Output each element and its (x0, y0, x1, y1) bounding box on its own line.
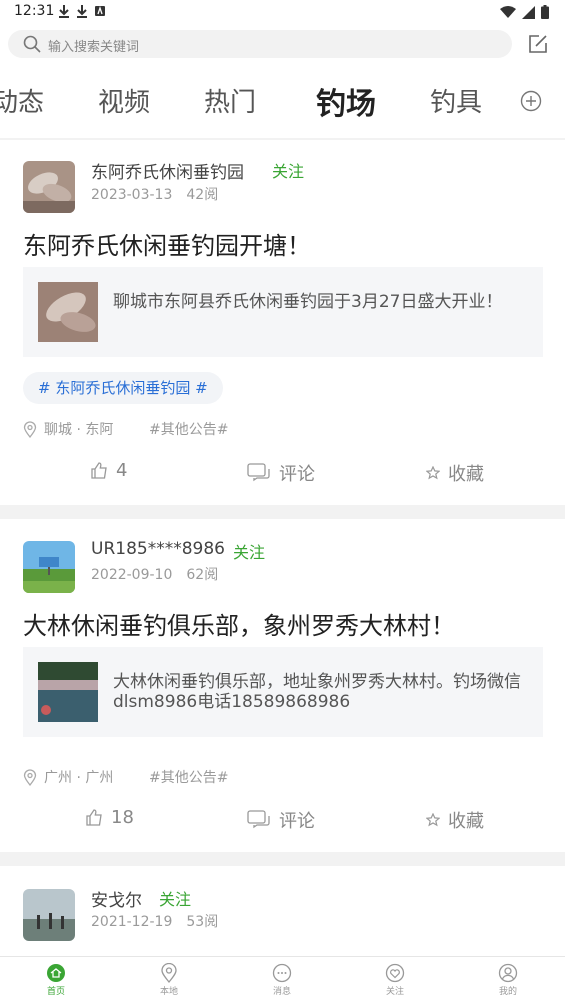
follow-button[interactable]: 关注 (233, 539, 265, 563)
tab-fishing-gear[interactable]: 钓具 (430, 82, 482, 119)
post-meta: 2021-12-19 53阅 (91, 911, 218, 931)
comment-icon (247, 463, 270, 482)
add-tab-icon[interactable] (520, 90, 542, 112)
tab-fishing-spot[interactable]: 钓场 (316, 79, 376, 123)
nav-label: 本地 (159, 987, 178, 997)
search-placeholder: 输入搜索关键词 (48, 40, 140, 55)
nav-home[interactable]: 首页 (26, 963, 86, 997)
post-meta: 2022-09-10 62阅 (91, 564, 218, 584)
status-time: 12:31 (14, 3, 55, 19)
post-username[interactable]: UR185****8986 (91, 539, 225, 559)
location-text: 广州 · 广州 (44, 770, 114, 786)
follow-icon (385, 963, 405, 983)
like-count: 4 (116, 460, 128, 481)
post-username[interactable]: 东阿乔氏休闲垂钓园 (91, 158, 244, 183)
app-notification-icon (95, 5, 105, 16)
nav-label: 消息 (272, 987, 291, 997)
post-card[interactable]: 安戈尔 关注 2021-12-19 53阅 (0, 866, 565, 958)
post-content-preview[interactable]: 聊城市东阿县乔氏休闲垂钓园于3月27日盛大开业！ (23, 267, 543, 357)
post-location: 广州 · 广州 (23, 767, 113, 787)
post-content-preview[interactable]: 大林休闲垂钓俱乐部，地址象州罗秀大林村。钓场微信dlsm8986电话185898… (23, 647, 543, 737)
post-content-text: 大林休闲垂钓俱乐部，地址象州罗秀大林村。钓场微信dlsm8986电话185898… (113, 672, 521, 712)
status-system-icons (500, 5, 549, 19)
category-tag[interactable]: #其他公告# (149, 419, 228, 439)
post-content-text: 聊城市东阿县乔氏休闲垂钓园于3月27日盛大开业！ (113, 292, 503, 312)
post-card[interactable]: UR185****8986 关注 2022-09-10 62阅 大林休闲垂钓俱乐部… (0, 519, 565, 852)
post-views: 53阅 (186, 914, 219, 930)
comment-label: 评论 (279, 811, 315, 832)
post-username[interactable]: 安戈尔 (91, 886, 142, 911)
star-icon (426, 813, 440, 827)
wifi-icon (500, 5, 516, 18)
like-button[interactable]: 18 (86, 807, 134, 828)
download-icon (77, 5, 87, 18)
collect-button[interactable]: 收藏 (426, 807, 484, 833)
post-thumbnail (38, 662, 98, 722)
battery-icon (541, 5, 549, 19)
search-icon (23, 35, 41, 53)
avatar[interactable] (23, 541, 75, 593)
location-text: 聊城 · 东阿 (44, 422, 114, 438)
nav-label: 首页 (46, 987, 65, 997)
location-pin-icon (23, 768, 37, 786)
collect-button[interactable]: 收藏 (426, 460, 484, 486)
post-location: 聊城 · 东阿 (23, 419, 113, 439)
tab-video[interactable]: 视频 (98, 82, 150, 119)
edit-post-icon[interactable] (527, 33, 549, 55)
post-date: 2022-09-10 (91, 567, 173, 583)
nav-profile[interactable]: 我的 (478, 963, 538, 997)
post-views: 42阅 (186, 187, 219, 203)
download-icon (59, 5, 69, 18)
tab-dongtai[interactable]: 动态 (0, 82, 44, 119)
follow-button[interactable]: 关注 (272, 158, 304, 182)
status-notification-icons (58, 4, 106, 18)
collect-label: 收藏 (448, 811, 484, 832)
nav-label: 我的 (498, 987, 517, 997)
post-meta: 2023-03-13 42阅 (91, 184, 218, 204)
category-tabs: 动态 视频 热门 钓场 钓具 (0, 66, 565, 138)
post-thumbnail (38, 282, 98, 342)
topic-tag[interactable]: # 东阿乔氏休闲垂钓园 # (23, 372, 223, 404)
search-row: 输入搜索关键词 (0, 26, 565, 66)
like-count: 18 (111, 807, 134, 828)
nav-follow[interactable]: 关注 (365, 963, 425, 997)
post-card[interactable]: 东阿乔氏休闲垂钓园 关注 2023-03-13 42阅 东阿乔氏休闲垂钓园开塘！ … (0, 140, 565, 505)
post-title[interactable]: 东阿乔氏休闲垂钓园开塘！ (23, 226, 311, 261)
collect-label: 收藏 (448, 464, 484, 485)
avatar[interactable] (23, 161, 75, 213)
message-icon (272, 963, 292, 983)
follow-button[interactable]: 关注 (159, 886, 191, 910)
status-bar: 12:31 (0, 0, 565, 26)
home-icon (47, 964, 65, 982)
nav-local[interactable]: 本地 (139, 963, 199, 997)
post-title[interactable]: 大林休闲垂钓俱乐部，象州罗秀大林村！ (23, 606, 455, 641)
profile-icon (498, 963, 518, 983)
comment-label: 评论 (279, 464, 315, 485)
signal-icon (522, 5, 535, 19)
nav-messages[interactable]: 消息 (252, 963, 312, 997)
search-input[interactable]: 输入搜索关键词 (8, 30, 512, 58)
comment-icon (247, 810, 270, 829)
category-tag[interactable]: #其他公告# (149, 767, 228, 787)
star-icon (426, 466, 440, 480)
post-date: 2023-03-13 (91, 187, 173, 203)
comment-button[interactable]: 评论 (247, 460, 315, 486)
thumbs-up-icon (86, 809, 102, 826)
like-button[interactable]: 4 (91, 460, 127, 481)
location-pin-icon (23, 420, 37, 438)
post-views: 62阅 (186, 567, 219, 583)
bottom-navigation: 首页 本地 消息 关注 我的 (0, 956, 565, 1004)
tab-hot[interactable]: 热门 (204, 82, 256, 119)
thumbs-up-icon (91, 462, 107, 479)
location-icon (161, 963, 177, 983)
post-date: 2021-12-19 (91, 914, 173, 930)
avatar[interactable] (23, 889, 75, 941)
nav-label: 关注 (385, 987, 404, 997)
comment-button[interactable]: 评论 (247, 807, 315, 833)
